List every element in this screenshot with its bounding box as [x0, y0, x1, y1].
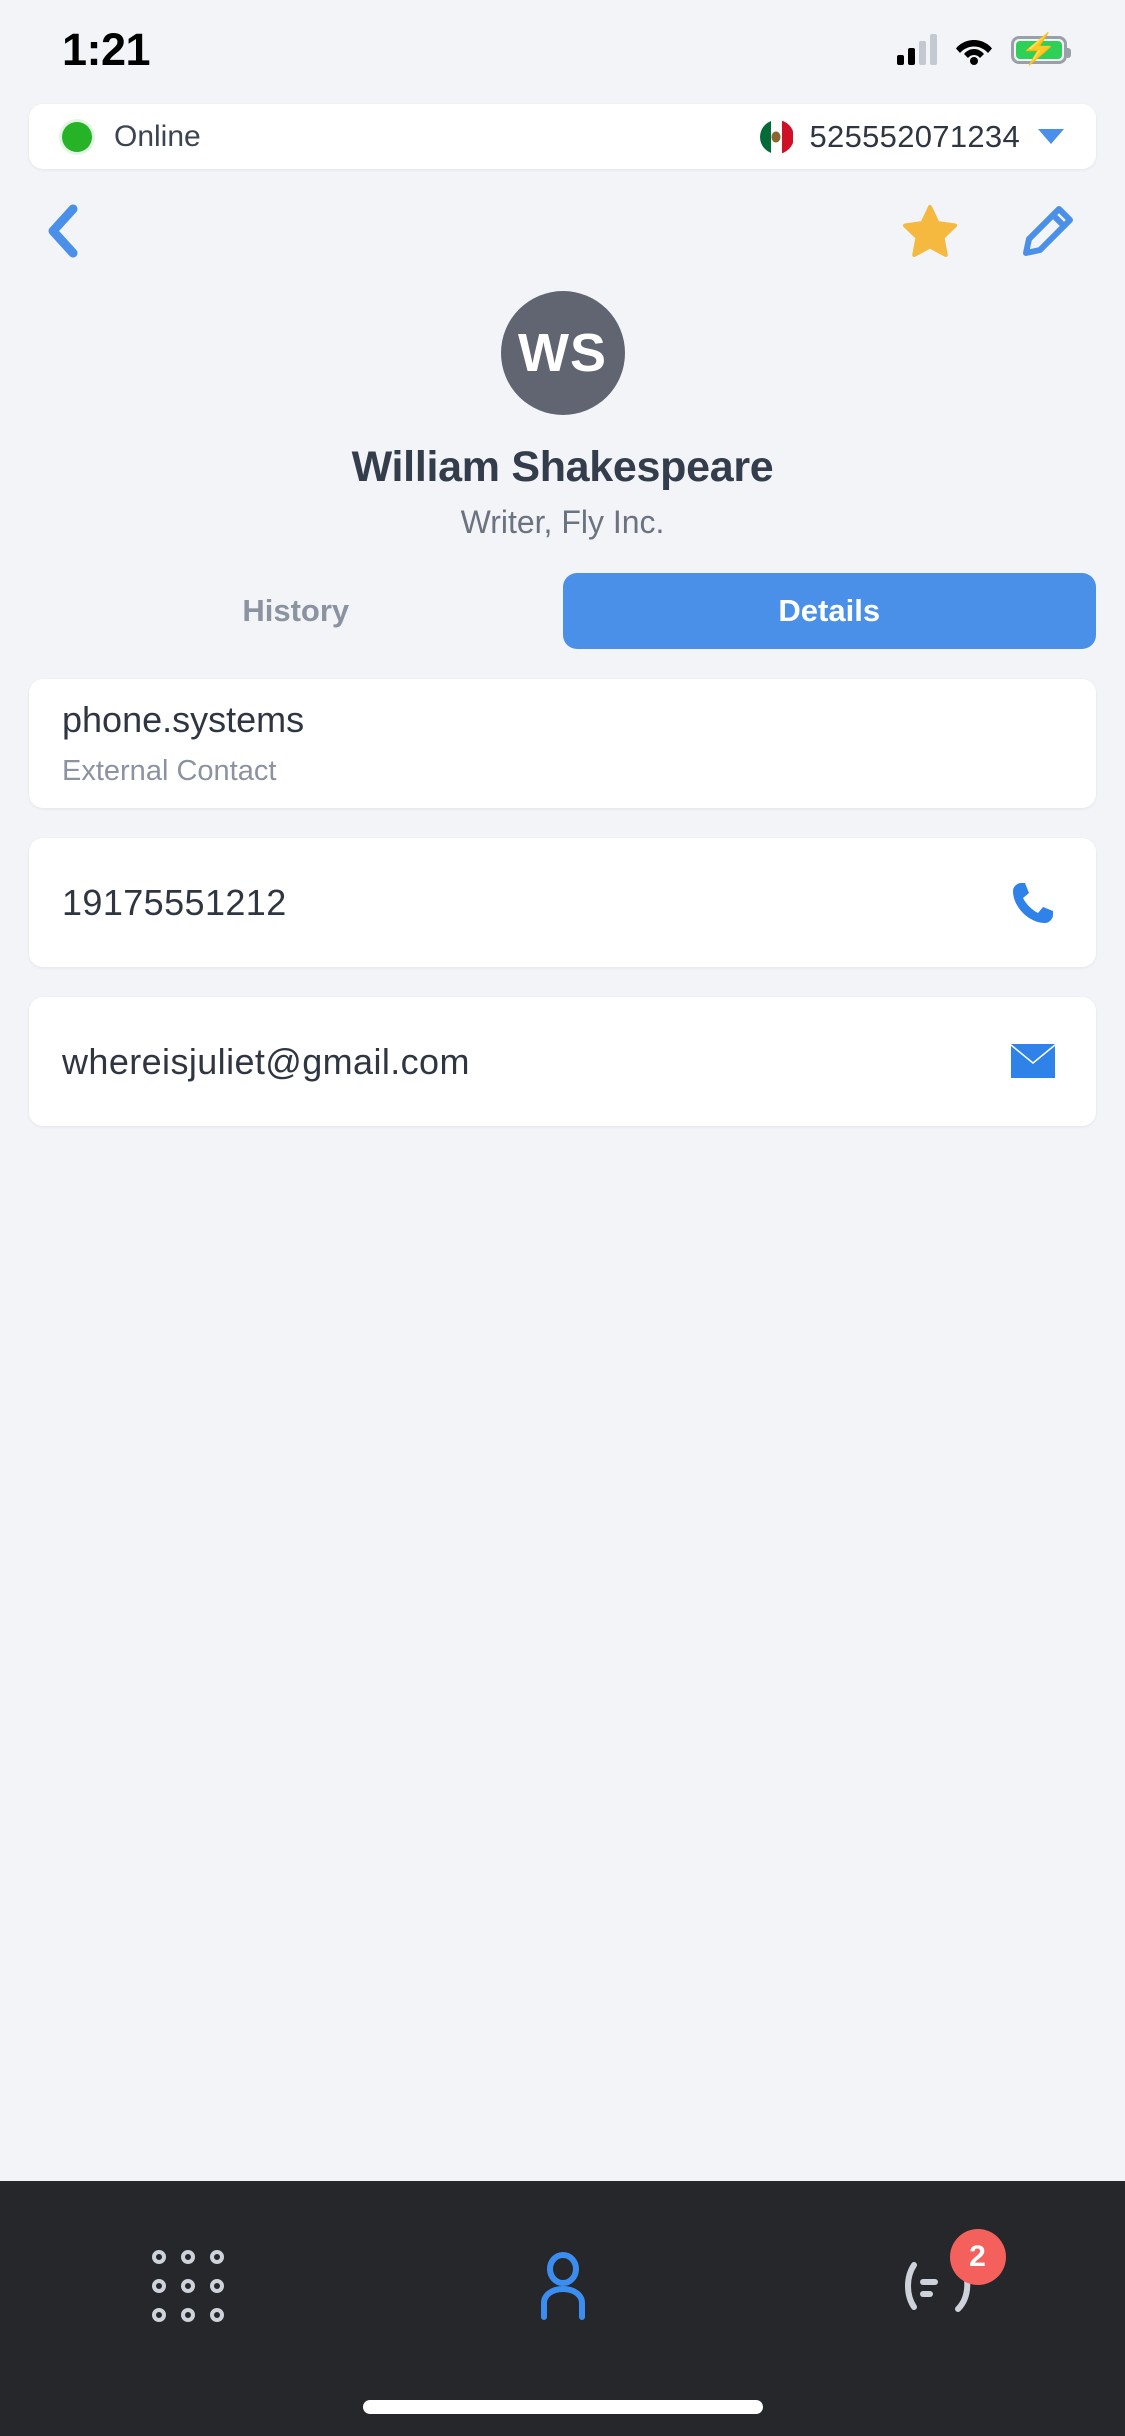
- avatar: WS: [500, 291, 625, 415]
- pencil-icon: [1023, 206, 1073, 256]
- contact-subtitle: Writer, Fly Inc.: [460, 504, 665, 540]
- chevron-down-icon[interactable]: [1038, 129, 1064, 144]
- phone-call-icon: [1013, 882, 1053, 923]
- phone-value: 19175551212: [62, 881, 287, 923]
- bottom-navigation: 2: [0, 2181, 1125, 2436]
- presence-label: Online: [114, 119, 201, 153]
- contact-tabs: History Details: [29, 573, 1096, 649]
- app-screen: 1:21 ⚡ Online 525552071234 WS William Sh…: [0, 0, 1125, 2436]
- home-indicator[interactable]: [362, 2400, 763, 2414]
- signal-bars-icon: [897, 34, 937, 65]
- status-bar: 1:21 ⚡: [0, 0, 1125, 100]
- card-email[interactable]: whereisjuliet@gmail.com: [29, 997, 1096, 1126]
- back-button[interactable]: [29, 196, 99, 266]
- nav-contacts[interactable]: [375, 2181, 750, 2436]
- contact-actions: [900, 201, 1096, 261]
- contacts-person-icon: [540, 2251, 585, 2320]
- envelope-icon: [1011, 1043, 1055, 1078]
- account-status-bar[interactable]: Online 525552071234: [29, 104, 1096, 169]
- phone-number-selector[interactable]: 525552071234: [759, 118, 1064, 155]
- contact-profile: WS William Shakespeare Writer, Fly Inc.: [0, 291, 1125, 541]
- edit-button[interactable]: [1018, 201, 1078, 261]
- status-bar-time: 1:21: [62, 24, 151, 75]
- contact-nav-bar: [29, 185, 1096, 277]
- notification-badge: 2: [949, 2229, 1006, 2285]
- details-list: phone.systems External Contact 191755512…: [29, 679, 1096, 1126]
- source-title: phone.systems: [62, 699, 305, 740]
- account-phone-number: 525552071234: [809, 118, 1020, 154]
- presence-dot-icon: [62, 121, 92, 152]
- battery-charging-icon: ⚡: [1011, 35, 1071, 65]
- card-source-info[interactable]: phone.systems External Contact: [29, 679, 1096, 808]
- email-value: whereisjuliet@gmail.com: [62, 1040, 470, 1082]
- dialpad-icon: [151, 2249, 224, 2322]
- tab-details[interactable]: Details: [562, 573, 1096, 649]
- status-bar-indicators: ⚡: [897, 34, 1071, 65]
- favorite-button[interactable]: [900, 201, 960, 261]
- card-phone[interactable]: 19175551212: [29, 838, 1096, 967]
- nav-dialpad[interactable]: [0, 2181, 375, 2436]
- call-button[interactable]: [1003, 873, 1063, 933]
- back-chevron-icon: [48, 204, 78, 258]
- mexico-flag-icon: [759, 119, 794, 154]
- contact-name: William Shakespeare: [351, 443, 774, 491]
- wifi-icon: [955, 35, 993, 65]
- nav-call-history[interactable]: 2: [750, 2181, 1125, 2436]
- bottom-nav-items: 2: [0, 2181, 1125, 2436]
- tab-history[interactable]: History: [29, 573, 563, 649]
- presence-group[interactable]: Online: [62, 120, 201, 154]
- star-filled-icon: [903, 205, 957, 257]
- email-button[interactable]: [1003, 1032, 1063, 1092]
- source-subtitle: External Contact: [62, 755, 277, 787]
